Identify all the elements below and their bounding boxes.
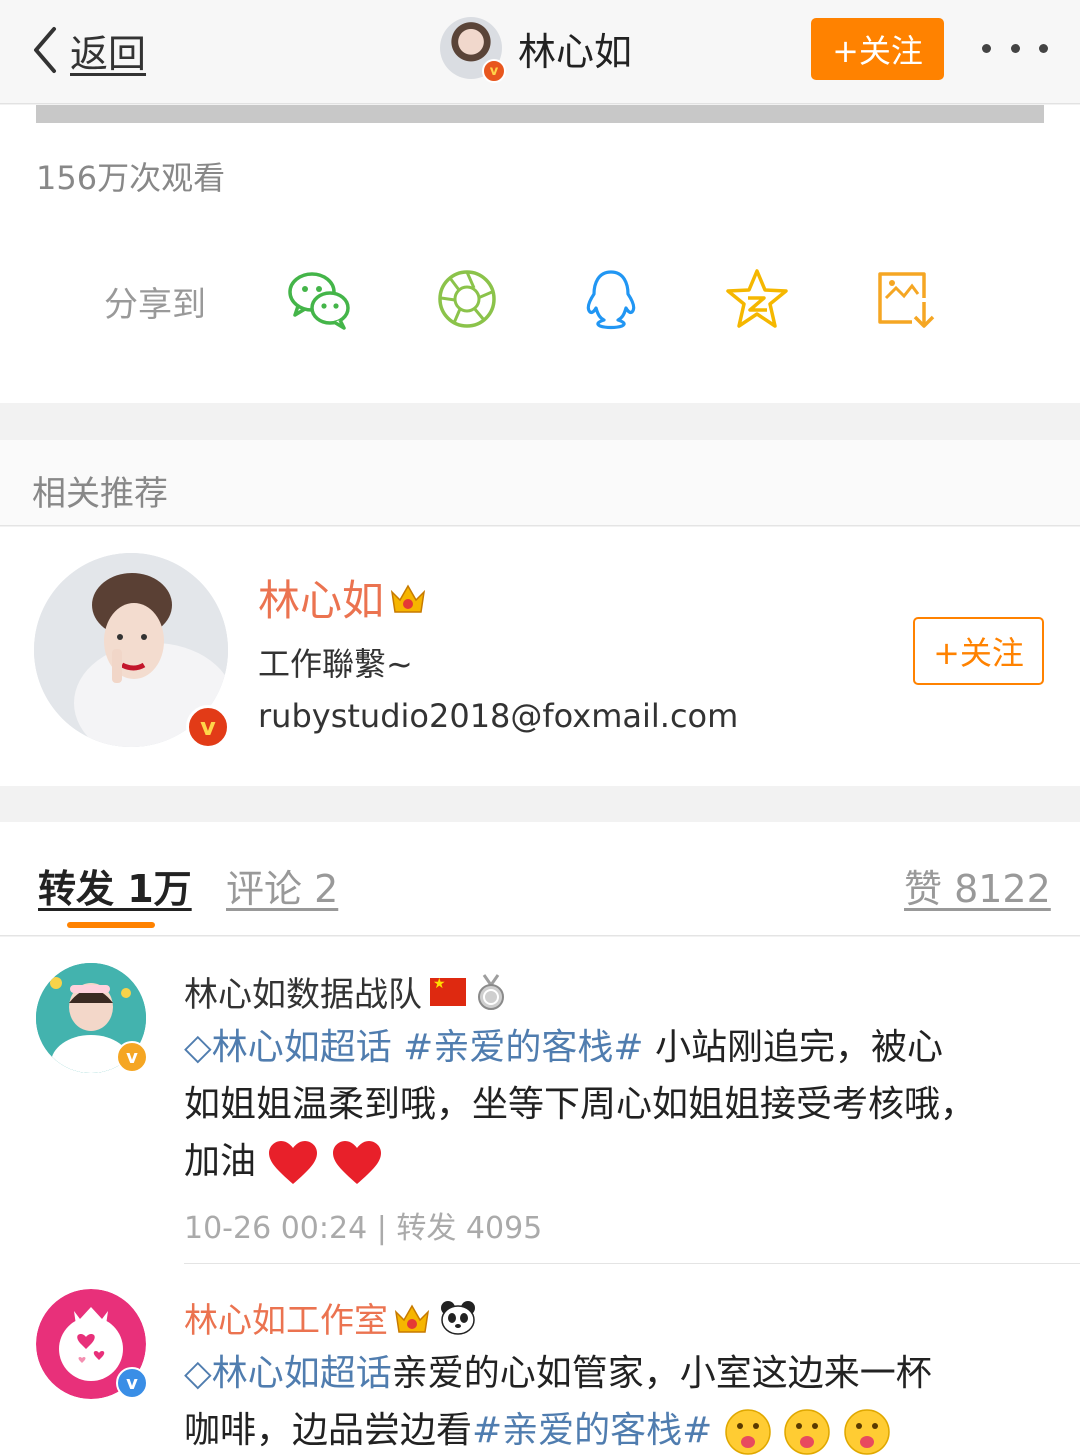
video-info-card: 156万次观看 分享到 [0, 105, 1080, 403]
nav-profile[interactable]: v 林心如 [440, 16, 633, 83]
save-image-icon[interactable] [872, 268, 938, 330]
feed-post-text: ◇林心如超话 #亲爱的客栈# 小站刚追完，被心 如姐姐温柔到哦，坐等下周心如姐姐… [184, 1019, 1044, 1190]
hashtag-link[interactable]: #亲爱的客栈# [403, 1027, 643, 1068]
avatar[interactable]: v [440, 17, 506, 83]
active-tab-indicator [67, 922, 155, 928]
related-user-email: rubystudio2018@foxmail.com [258, 697, 739, 735]
post-text-part: 亲爱的心如管家，小室这边来一杯 [391, 1353, 932, 1394]
verified-badge-icon: v [186, 705, 230, 749]
video-player-edge[interactable] [36, 105, 1044, 123]
interaction-tabs: 转发 1万 评论 2 赞 8122 [0, 822, 1080, 936]
wechat-icon[interactable] [286, 268, 352, 330]
tongue-face-icon [843, 1409, 890, 1455]
verified-badge-icon: v [482, 59, 506, 83]
chevron-left-icon [34, 27, 56, 73]
related-user-card[interactable]: v 林心如 工作聯繫~ rubystudio2018@foxmail.com +… [0, 527, 1080, 786]
tab-repost[interactable]: 转发 1万 [38, 858, 192, 913]
follow-button[interactable]: +关注 [811, 18, 944, 80]
post-text-part: 加油 [184, 1141, 257, 1182]
related-title: 相关推荐 [32, 474, 168, 514]
related-header: 相关推荐 [0, 440, 1080, 526]
post-time: 10-26 00:24 [184, 1211, 368, 1246]
back-label: 返回 [70, 31, 147, 76]
repost-list: v 林心如数据战队 ◇林心如超话 #亲爱的客栈# 小站刚追完，被心 如姐姐温柔到… [0, 937, 1080, 1456]
dot [1039, 43, 1048, 53]
share-label: 分享到 [104, 285, 206, 325]
feed-user-name[interactable]: 林心如数据战队 [184, 967, 508, 1016]
post-text-part: 小站刚追完，被心 [643, 1027, 943, 1068]
verified-badge-icon: v [116, 1041, 148, 1073]
more-icon[interactable] [982, 28, 1048, 68]
heart-icon [269, 1141, 318, 1184]
feed-user-name[interactable]: 林心如工作室 [184, 1293, 478, 1342]
related-follow-button[interactable]: +关注 [913, 617, 1044, 685]
post-text-part: 如姐姐温柔到哦，坐等下周心如姐姐接受考核哦， [184, 1084, 977, 1125]
qq-icon[interactable] [578, 268, 644, 330]
dot [1010, 43, 1020, 53]
qzone-icon[interactable] [724, 268, 790, 330]
china-flag-icon [430, 976, 466, 1006]
super-topic-text: 林心如超话 [211, 1353, 392, 1394]
tab-comment[interactable]: 评论 2 [226, 858, 338, 913]
back-button[interactable]: 返回 [30, 22, 146, 78]
dot [982, 43, 991, 53]
super-topic-link[interactable]: ◇林心如超话 [184, 1027, 392, 1068]
hashtag-link[interactable]: #亲爱的客栈# [472, 1410, 712, 1451]
super-topic-text: 林心如超话 [211, 1027, 392, 1068]
divider [184, 1263, 1080, 1264]
feed-user-name-text: 林心如工作室 [184, 1301, 388, 1341]
related-user-desc: 工作聯繫~ [258, 645, 413, 683]
super-topic-link[interactable]: ◇林心如超话 [184, 1353, 392, 1394]
feed-user-name-text: 林心如数据战队 [184, 975, 422, 1015]
crown-icon [390, 583, 426, 613]
related-user-name[interactable]: 林心如 [258, 567, 428, 628]
nav-bar: 返回 v 林心如 +关注 [0, 0, 1080, 104]
view-count: 156万次观看 [36, 159, 226, 197]
meta-separator: | [376, 1211, 387, 1246]
feed-post-text: ◇林心如超话亲爱的心如管家，小室这边来一杯 咖啡，边品尝边看#亲爱的客栈# [184, 1345, 1044, 1456]
crown-icon [394, 1303, 430, 1333]
tab-like[interactable]: 赞 8122 [904, 858, 1051, 913]
moments-icon[interactable] [434, 268, 500, 330]
tongue-face-icon [725, 1409, 771, 1455]
diamond-icon: ◇ [184, 1353, 212, 1394]
page-title: 林心如 [518, 29, 633, 74]
heart-icon [332, 1141, 381, 1184]
medal-icon [478, 973, 504, 1010]
panda-icon [441, 1300, 475, 1335]
tongue-face-icon [784, 1409, 831, 1455]
related-user-name-text: 林心如 [258, 576, 385, 625]
verified-badge-icon: v [116, 1367, 148, 1399]
post-meta: 10-26 00:24 | 转发 4095 [184, 1203, 542, 1247]
diamond-icon: ◇ [184, 1027, 212, 1068]
post-repost-count: 转发 4095 [396, 1211, 543, 1246]
post-text-part: 咖啡，边品尝边看 [184, 1410, 473, 1451]
